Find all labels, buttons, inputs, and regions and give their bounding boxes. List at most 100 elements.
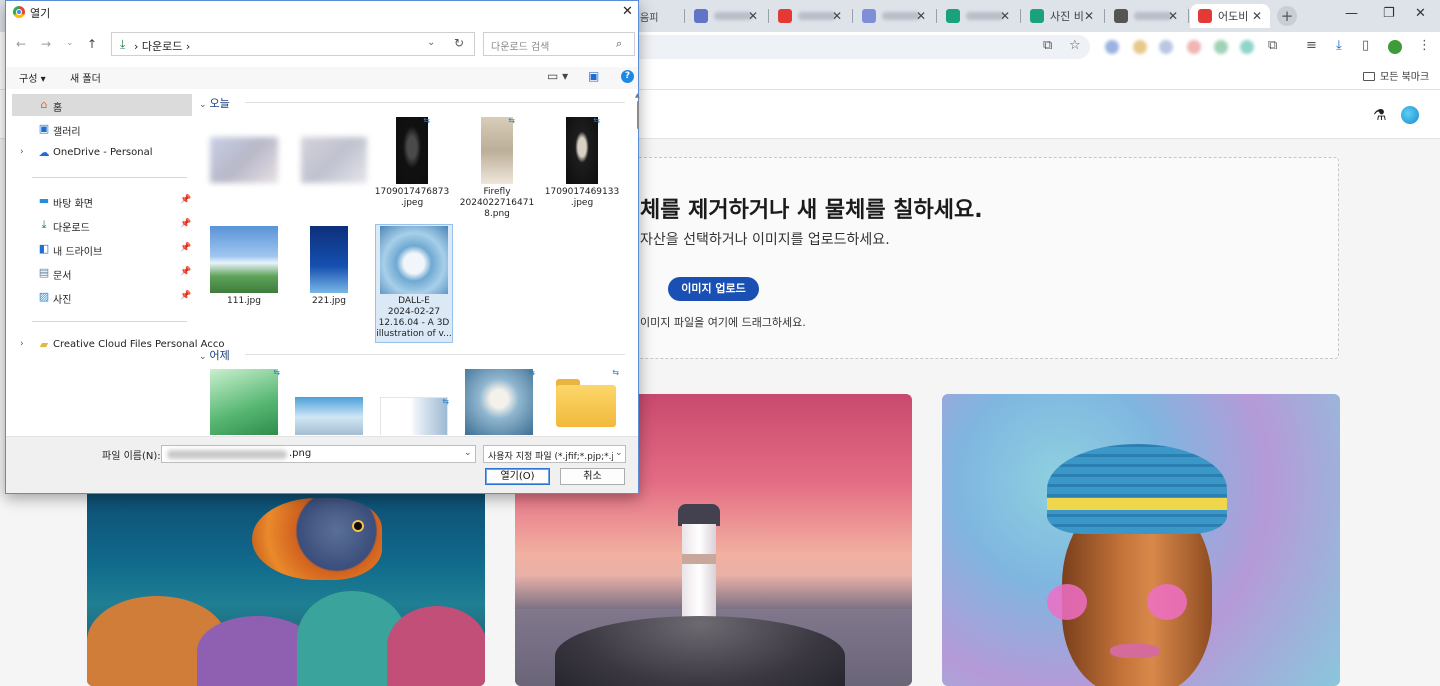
new-folder-button[interactable]: 새 폴더 bbox=[70, 70, 101, 85]
portrait-beanie bbox=[1047, 444, 1227, 534]
media-control-icon[interactable]: ≡ bbox=[1306, 38, 1317, 53]
close-tab-icon[interactable]: ✕ bbox=[1084, 9, 1094, 23]
drag-hint: 이미지 파일을 여기에 드래그하세요. bbox=[640, 316, 806, 329]
forward-arrow-icon[interactable]: → bbox=[41, 37, 51, 51]
scroll-up-icon[interactable]: ▲ bbox=[635, 92, 640, 99]
close-tab-icon[interactable]: ✕ bbox=[1000, 9, 1010, 23]
bookmark-star-icon[interactable]: ☆ bbox=[1069, 38, 1081, 53]
sidebar-item-desktop[interactable]: ▬ 바탕 화면 📌 bbox=[12, 190, 192, 212]
group-header-yesterday[interactable]: ⌄ 어제 bbox=[199, 347, 230, 363]
file-item[interactable]: ⇆ 1709017476873 .jpeg bbox=[372, 116, 452, 209]
sidebar-item-onedrive[interactable]: › ☁ OneDrive - Personal bbox=[12, 142, 192, 164]
close-tab-icon[interactable]: ✕ bbox=[832, 9, 842, 23]
close-tab-icon[interactable]: ✕ bbox=[1252, 9, 1262, 23]
file-item[interactable]: ⇆ bbox=[374, 397, 454, 435]
scrollbar-thumb[interactable] bbox=[637, 101, 639, 129]
sidebar-item-documents[interactable]: ▤ 문서 📌 bbox=[12, 262, 192, 284]
translate-icon[interactable]: ⧉ bbox=[1043, 38, 1052, 53]
sidebar-item-pictures[interactable]: ▨ 사진 📌 bbox=[12, 286, 192, 308]
sidebar-item-gallery[interactable]: ▣ 갤러리 bbox=[12, 118, 192, 140]
refresh-icon[interactable]: ↻ bbox=[454, 36, 464, 50]
filename-input[interactable]: .png ⌄ bbox=[161, 445, 476, 463]
close-icon[interactable]: ✕ bbox=[622, 4, 633, 19]
extension-icon[interactable] bbox=[1187, 40, 1201, 54]
close-tab-icon[interactable]: ✕ bbox=[916, 9, 926, 23]
flask-icon[interactable]: ⚗ bbox=[1373, 106, 1386, 124]
breadcrumb-item[interactable]: 다운로드 bbox=[142, 40, 182, 53]
minimize-icon[interactable]: — bbox=[1345, 6, 1358, 21]
file-item[interactable]: ⇆ bbox=[204, 368, 284, 435]
view-options-icon[interactable]: ▭ ▾ bbox=[547, 69, 568, 83]
browser-tab[interactable]: ✕ bbox=[854, 4, 934, 28]
close-tab-icon[interactable]: ✕ bbox=[748, 9, 758, 23]
profile-icon[interactable] bbox=[1388, 40, 1402, 54]
restore-icon[interactable]: ❐ bbox=[1383, 6, 1395, 21]
sidebar-item-creative-cloud[interactable]: › ▰ Creative Cloud Files Personal Acco bbox=[12, 334, 224, 356]
chevron-down-icon[interactable]: ⌄ bbox=[464, 448, 472, 458]
file-item[interactable]: 111.jpg bbox=[204, 226, 284, 307]
back-arrow-icon[interactable]: ← bbox=[16, 37, 26, 51]
extensions-puzzle-icon[interactable]: ⧉ bbox=[1268, 38, 1277, 53]
menu-icon[interactable]: ⋮ bbox=[1418, 38, 1431, 53]
tab-active[interactable]: 어도비 ✕ bbox=[1190, 4, 1270, 28]
cancel-button[interactable]: 취소 bbox=[560, 468, 625, 485]
breadcrumb[interactable]: › 다운로드 › bbox=[134, 38, 190, 54]
pin-icon[interactable]: 📌 bbox=[180, 219, 191, 229]
pin-icon[interactable]: 📌 bbox=[180, 267, 191, 277]
file-item[interactable]: ⇆ Firefly 2024022716471 8.png bbox=[457, 116, 537, 220]
sidebar-item-home[interactable]: ⌂ 홈 bbox=[12, 94, 192, 116]
recent-dropdown-icon[interactable]: ⌄ bbox=[66, 38, 74, 48]
extension-icon[interactable] bbox=[1240, 40, 1254, 54]
sync-icon: ⇆ bbox=[273, 368, 280, 377]
file-item[interactable]: 221.jpg bbox=[289, 226, 369, 307]
path-dropdown-icon[interactable]: ⌄ bbox=[427, 37, 435, 48]
browser-tab[interactable]: ✕ bbox=[938, 4, 1018, 28]
folder-search-input[interactable]: 다운로드 검색 ⌕ bbox=[483, 32, 635, 56]
extension-icon[interactable] bbox=[1214, 40, 1228, 54]
pin-icon[interactable]: 📌 bbox=[180, 195, 191, 205]
sidebar-item-my-drive[interactable]: ◧ 내 드라이브 📌 bbox=[12, 238, 192, 260]
group-header-today[interactable]: ⌄ 오늘 bbox=[199, 95, 230, 111]
extension-icon[interactable] bbox=[1105, 40, 1119, 54]
new-tab-button[interactable]: + bbox=[1277, 6, 1297, 26]
extension-icon[interactable] bbox=[1133, 40, 1147, 54]
file-name: 221.jpg bbox=[312, 296, 346, 306]
preview-pane-icon[interactable]: ▣ bbox=[588, 69, 599, 83]
close-window-icon[interactable]: ✕ bbox=[1415, 6, 1426, 21]
up-arrow-icon[interactable]: ↑ bbox=[87, 37, 97, 51]
avatar[interactable] bbox=[1401, 106, 1419, 124]
file-item[interactable] bbox=[294, 137, 374, 183]
file-item[interactable] bbox=[289, 397, 369, 435]
browser-tab[interactable]: ✕ bbox=[686, 4, 766, 28]
browser-tab[interactable]: ✕ bbox=[1106, 4, 1186, 28]
sidebar-item-downloads[interactable]: ⤓ 다운로드 📌 bbox=[12, 214, 192, 236]
file-item-selected[interactable]: DALL-E 2024-02-27 12.16.04 - A 3D illust… bbox=[375, 224, 453, 343]
address-bar[interactable] bbox=[560, 35, 1090, 59]
file-item[interactable]: ⇆ bbox=[544, 368, 624, 435]
side-panel-icon[interactable]: ▯ bbox=[1362, 38, 1369, 53]
chevron-right-icon[interactable]: › bbox=[20, 339, 24, 349]
close-tab-icon[interactable]: ✕ bbox=[1168, 9, 1178, 23]
download-icon[interactable]: ⤓ bbox=[1336, 38, 1342, 53]
file-item[interactable]: ⇆ bbox=[459, 368, 539, 435]
file-item[interactable]: ⇆ 1709017469133 .jpeg bbox=[542, 116, 622, 209]
extension-icon[interactable] bbox=[1159, 40, 1173, 54]
chevron-right-icon[interactable]: › bbox=[20, 147, 24, 157]
upload-image-button[interactable]: 이미지 업로드 bbox=[668, 277, 759, 301]
filetype-select[interactable]: 사용자 지정 파일 (*.jfif;*.pjp;*.j ⌄ bbox=[483, 445, 626, 463]
open-button[interactable]: 열기(O) bbox=[485, 468, 550, 485]
file-list-scrollbar[interactable]: ▲ bbox=[635, 92, 641, 435]
sample-image-fish[interactable] bbox=[87, 482, 485, 686]
partial-tab-label[interactable]: 음피 bbox=[640, 9, 658, 24]
path-bar[interactable]: ⤓ › 다운로드 › ⌄ ↻ bbox=[111, 32, 475, 56]
organize-button[interactable]: 구성 ▾ bbox=[19, 70, 46, 85]
pin-icon[interactable]: 📌 bbox=[180, 243, 191, 253]
all-bookmarks-button[interactable]: 모든 북마크 bbox=[1363, 68, 1429, 83]
browser-tab[interactable]: ✕ bbox=[770, 4, 850, 28]
sample-image-portrait[interactable] bbox=[942, 394, 1340, 686]
browser-tab[interactable]: 사진 비 ✕ bbox=[1022, 4, 1102, 28]
chevron-down-icon[interactable]: ⌄ bbox=[615, 448, 623, 458]
pin-icon[interactable]: 📌 bbox=[180, 291, 191, 301]
file-item[interactable] bbox=[204, 137, 284, 183]
help-icon[interactable]: ? bbox=[621, 70, 634, 83]
